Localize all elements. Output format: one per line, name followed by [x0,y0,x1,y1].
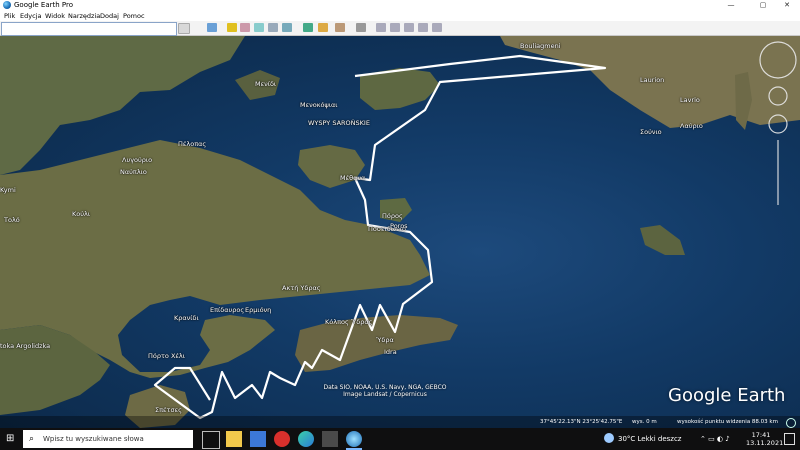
map-label: Λαύριο [680,122,703,130]
weather-text[interactable]: 30°C Lekki deszcz [618,435,681,443]
edge-icon[interactable] [298,431,314,447]
google-earth-logo: Google Earth [668,385,786,406]
map-label: Πέλοπας [178,140,207,148]
placemark-icon[interactable] [227,23,237,32]
historical-imagery-icon[interactable] [303,23,313,32]
map-label: toka Argolidzka [0,342,51,350]
sidebar-toggle-icon[interactable] [207,23,217,32]
title-bar: Google Earth Pro — ▢ ✕ [0,0,800,11]
map-label: Πόρος [382,212,403,220]
view-in-maps-icon[interactable] [418,23,428,32]
save-image-icon[interactable] [404,23,414,32]
google-earth-app-icon [3,1,11,9]
clock-date: 13.11.2021 [746,439,784,447]
eye-altitude: wysokość punktu widzenia 88.03 km [677,419,778,425]
store-icon[interactable] [250,431,266,447]
minimize-button[interactable]: — [718,0,744,11]
polygon-icon[interactable] [240,23,250,32]
taskbar-search-placeholder: Wpisz tu wyszukiwane słowa [43,435,144,443]
look-joystick[interactable] [769,87,787,105]
map-label: Ύδρα [376,336,394,344]
map-label: Σούνιο [640,128,662,136]
windows-start-icon[interactable]: ⊞ [6,433,14,444]
attribution-line-1: Data SIO, NOAA, U.S. Navy, NGA, GEBCO [323,384,447,391]
print-icon[interactable] [390,23,400,32]
zoom-slider[interactable] [772,136,784,208]
map-label: Ακτή Υδρας [282,284,321,292]
opera-icon[interactable] [274,431,290,447]
file-explorer-icon[interactable] [226,431,242,447]
map-label: WYSPY SAROŃSKIE [308,119,370,127]
map-label: Kymi [0,186,16,194]
map-label: Μέθανα [340,174,366,182]
streaming-indicator-icon [786,418,796,428]
mail-icon[interactable] [322,431,338,447]
maximize-button[interactable]: ▢ [750,0,776,11]
menu-view[interactable]: Widok [45,12,65,20]
toolbar [0,21,800,36]
sunlight-icon[interactable] [318,23,328,32]
attribution: Data SIO, NOAA, U.S. Navy, NGA, GEBCO Im… [300,384,470,398]
map-label: Laurion [640,76,665,84]
clock[interactable]: 17:41 13.11.2021 [746,431,784,447]
taskbar-search[interactable]: ⌕ Wpisz tu wyszukiwane słowa [23,430,193,448]
earth-icon[interactable] [432,23,442,32]
menu-add[interactable]: Dodaj [100,12,119,20]
email-icon[interactable] [376,23,386,32]
menu-tools[interactable]: Narzędzia [68,12,100,20]
window-title: Google Earth Pro [14,1,74,9]
record-tour-icon[interactable] [282,23,292,32]
map-label: Bouliagmeni [520,42,561,50]
map-label: Σπέτσες [155,406,182,414]
menu-bar: Plik Edycja Widok Narzędzia Dodaj Pomoc [0,11,800,21]
status-bar: 37°45'22.13"N 23°25'42.75"E wys. 0 m wys… [0,416,800,428]
map-label: Idra [384,348,397,356]
map-label: Κόλπος Ύδρας [325,318,373,326]
map-label: Poros [390,222,408,230]
map-label: Τολό [4,216,20,224]
weather-icon [604,433,614,443]
map-label: Μενίδι [255,80,277,88]
task-view-icon[interactable] [202,431,220,449]
google-earth-taskbar-icon[interactable] [346,431,362,447]
ruler-icon[interactable] [356,23,366,32]
map-label: Kούλι [72,210,91,218]
search-button[interactable] [178,23,190,34]
map-view[interactable]: Bouliagmeni Μενίδι Μενοκόψιαι WYSPY SARO… [0,36,800,428]
map-label: Ερμιόνη [245,306,272,314]
map-label: Μενοκόψιαι [300,101,338,109]
notifications-icon[interactable] [784,433,795,445]
taskbar: ⊞ ⌕ Wpisz tu wyszukiwane słowa 30°C Lekk… [0,428,800,450]
coordinates: 37°45'22.13"N 23°25'42.75"E [540,419,623,425]
menu-help[interactable]: Pomoc [123,12,145,20]
compass-ring[interactable] [760,42,796,78]
map-label: Λυγούριο [122,156,153,164]
move-joystick[interactable] [769,115,787,133]
attribution-line-2: Image Landsat / Copernicus [343,391,427,398]
tray-icons[interactable]: ⌃ ▭ ◐ ♪ [700,435,730,443]
altitude: wys. 0 m [632,419,657,425]
search-icon: ⌕ [29,434,35,444]
map-label: Lavrio [680,96,700,104]
image-overlay-icon[interactable] [268,23,278,32]
search-input[interactable] [1,22,177,36]
clock-time: 17:41 [751,431,771,439]
menu-edit[interactable]: Edycja [20,12,41,20]
map-label: Κρανίδι [174,314,199,322]
map-label: Επίδαυρος [210,306,245,314]
planets-icon[interactable] [335,23,345,32]
map-label: Πόρτο Χέλι [148,352,185,360]
map-label: Ναύπλιο [120,168,147,176]
menu-file[interactable]: Plik [4,12,15,20]
close-button[interactable]: ✕ [774,0,800,11]
path-icon[interactable] [254,23,264,32]
